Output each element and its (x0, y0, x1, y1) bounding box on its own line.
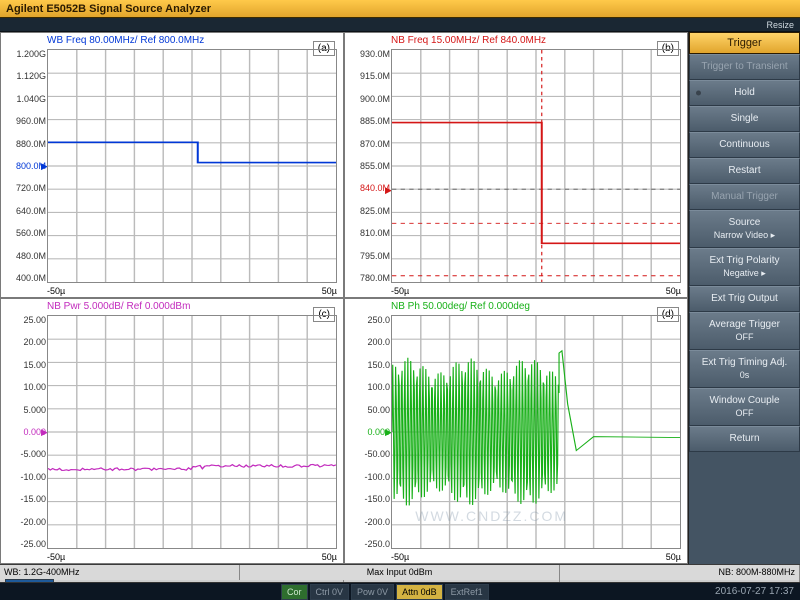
status-wb-range: WB: 1.2G-400MHz (0, 565, 240, 580)
status-chip-attn-0db: Attn 0dB (396, 584, 443, 600)
softkey-ext-trig-polarity[interactable]: Ext Trig PolarityNegative ▸ (689, 248, 800, 286)
y-axis-labels: 250.0200.0150.0100.050.000.000-50.00-100… (347, 315, 390, 549)
status-nb-range: NB: 800M-880MHz (560, 565, 800, 580)
y-axis-labels: 25.0020.0015.0010.005.0000.000-5.000-10.… (3, 315, 46, 549)
panel-nb-pwr: NB Pwr 5.000dB/ Ref 0.000dBm (c) 25.0020… (0, 298, 344, 564)
softkey-hold[interactable]: Hold (689, 80, 800, 106)
x-max-label: 50µ (666, 552, 681, 562)
plot-svg (48, 316, 336, 548)
plot-area[interactable] (391, 315, 681, 549)
x-min-label: -50µ (47, 286, 65, 296)
panel-nb-freq: NB Freq 15.00MHz/ Ref 840.0MHz (b) 930.0… (344, 32, 688, 298)
plot-svg (48, 50, 336, 282)
sidebar-header: Trigger (689, 32, 800, 54)
softkey-ext-trig-output[interactable]: Ext Trig Output (689, 286, 800, 312)
plot-area[interactable] (47, 49, 337, 283)
softkey-ext-trig-timing-adj-[interactable]: Ext Trig Timing Adj.0s (689, 350, 800, 388)
x-max-label: 50µ (322, 286, 337, 296)
plot-svg (392, 316, 680, 548)
timestamp: 2016-07-27 17:37 (715, 586, 800, 597)
panel-title: NB Pwr 5.000dB/ Ref 0.000dBm (47, 301, 190, 312)
panel-nb-phase: NB Ph 50.00deg/ Ref 0.000deg (d) 250.020… (344, 298, 688, 564)
softkey-continuous[interactable]: Continuous (689, 132, 800, 158)
status-max-input: Max Input 0dBm (240, 565, 560, 580)
status-row-info: WB: 1.2G-400MHz Max Input 0dBm NB: 800M-… (0, 565, 800, 580)
plot-area[interactable] (47, 315, 337, 549)
plot-svg (392, 50, 680, 282)
status-chip-ctrl-0v: Ctrl 0V (310, 584, 350, 600)
softkey-single[interactable]: Single (689, 106, 800, 132)
softkey-restart[interactable]: Restart (689, 158, 800, 184)
bottom-chip-bar: CorCtrl 0VPow 0VAttn 0dBExtRef1 2016-07-… (0, 582, 800, 600)
titlebar: Agilent E5052B Signal Source Analyzer (0, 0, 800, 18)
x-max-label: 50µ (322, 552, 337, 562)
x-min-label: -50µ (391, 286, 409, 296)
status-chip-pow-0v: Pow 0V (351, 584, 394, 600)
graph-grid: WB Freq 80.00MHz/ Ref 800.0MHz (a) 1.200… (0, 32, 689, 564)
y-axis-labels: 930.0M915.0M900.0M885.0M870.0M855.0M840.… (347, 49, 390, 283)
x-max-label: 50µ (666, 286, 681, 296)
panel-title: WB Freq 80.00MHz/ Ref 800.0MHz (47, 35, 204, 46)
resize-handle[interactable]: Resize (0, 18, 800, 32)
softkey-source[interactable]: SourceNarrow Video ▸ (689, 210, 800, 248)
main-area: WB Freq 80.00MHz/ Ref 800.0MHz (a) 1.200… (0, 32, 800, 564)
panel-wb-freq: WB Freq 80.00MHz/ Ref 800.0MHz (a) 1.200… (0, 32, 344, 298)
panel-title: NB Freq 15.00MHz/ Ref 840.0MHz (391, 35, 546, 46)
softkey-window-couple[interactable]: Window CoupleOFF (689, 388, 800, 426)
panel-title: NB Ph 50.00deg/ Ref 0.000deg (391, 301, 530, 312)
plot-area[interactable] (391, 49, 681, 283)
softkey-average-trigger[interactable]: Average TriggerOFF (689, 312, 800, 350)
softkey-return[interactable]: Return (689, 426, 800, 452)
y-axis-labels: 1.200G1.120G1.040G960.0M880.0M800.0M720.… (3, 49, 46, 283)
status-chip-extref1: ExtRef1 (445, 584, 489, 600)
softkey-manual-trigger[interactable]: Manual Trigger (689, 184, 800, 210)
softkey-sidebar: Trigger Trigger to TransientHoldSingleCo… (689, 32, 800, 564)
softkey-trigger-to-transient[interactable]: Trigger to Transient (689, 54, 800, 80)
window-title: Agilent E5052B Signal Source Analyzer (6, 3, 211, 15)
x-min-label: -50µ (47, 552, 65, 562)
x-min-label: -50µ (391, 552, 409, 562)
status-chip-cor: Cor (281, 584, 308, 600)
